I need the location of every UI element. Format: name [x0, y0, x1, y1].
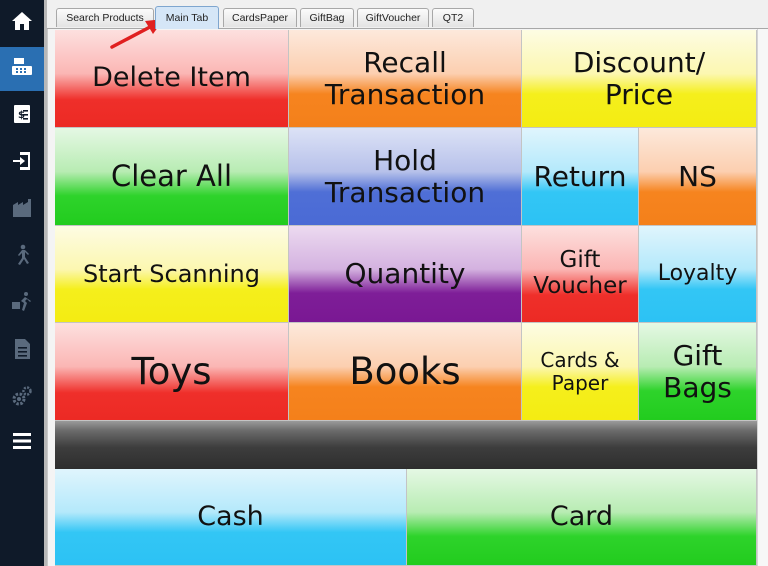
report-icon — [10, 337, 34, 365]
tab-search-products[interactable]: Search Products — [56, 8, 154, 27]
ns-button[interactable]: NS — [639, 128, 757, 226]
card-button[interactable]: Card — [407, 469, 757, 566]
panel-right-edge — [757, 29, 768, 566]
gears-icon — [10, 384, 34, 412]
start-scanning-button[interactable]: Start Scanning — [55, 226, 289, 323]
quantity-button[interactable]: Quantity — [289, 226, 522, 323]
sidebar-item-store[interactable] — [0, 188, 44, 232]
tab-giftvoucher[interactable]: GiftVoucher — [357, 8, 429, 27]
loyalty-button[interactable]: Loyalty — [639, 226, 757, 323]
home-icon — [10, 9, 34, 37]
button-divider-band — [55, 421, 757, 469]
sidebar-item-menu[interactable] — [0, 421, 44, 465]
pos-window: $ Search Products Main Tab CardsPaper Gi… — [0, 0, 768, 566]
sidebar-item-settings[interactable] — [0, 376, 44, 420]
receipt-icon: $ — [10, 102, 34, 130]
cash-button[interactable]: Cash — [55, 469, 407, 566]
login-icon — [10, 149, 34, 177]
delivery-icon — [10, 290, 34, 318]
tab-main[interactable]: Main Tab — [155, 6, 219, 29]
tab-cardspaper[interactable]: CardsPaper — [223, 8, 297, 27]
cards-paper-button[interactable]: Cards & Paper — [522, 323, 639, 421]
sidebar-item-delivery[interactable] — [0, 282, 44, 326]
gift-voucher-button[interactable]: Gift Voucher — [522, 226, 639, 323]
sidebar-item-staff[interactable] — [0, 235, 44, 279]
delete-item-button[interactable]: Delete Item — [55, 30, 289, 128]
cash-register-icon — [10, 55, 34, 83]
tab-bar: Search Products Main Tab CardsPaper Gift… — [47, 0, 768, 29]
sidebar: $ — [0, 0, 44, 566]
menu-icon — [10, 429, 34, 457]
books-button[interactable]: Books — [289, 323, 522, 421]
recall-transaction-button[interactable]: Recall Transaction — [289, 30, 522, 128]
sidebar-item-receipts[interactable]: $ — [0, 94, 44, 138]
gift-bags-button[interactable]: Gift Bags — [639, 323, 757, 421]
toys-button[interactable]: Toys — [55, 323, 289, 421]
return-button[interactable]: Return — [522, 128, 639, 226]
sidebar-item-reports[interactable] — [0, 329, 44, 373]
person-walking-icon — [10, 243, 34, 271]
discount-price-button[interactable]: Discount/ Price — [522, 30, 757, 128]
building-icon — [10, 196, 34, 224]
clear-all-button[interactable]: Clear All — [55, 128, 289, 226]
sidebar-item-register[interactable] — [0, 47, 44, 91]
sidebar-item-login[interactable] — [0, 141, 44, 185]
hold-transaction-button[interactable]: Hold Transaction — [289, 128, 522, 226]
tab-qt2[interactable]: QT2 — [432, 8, 474, 27]
sidebar-item-home[interactable] — [0, 1, 44, 45]
tab-giftbag[interactable]: GiftBag — [300, 8, 354, 27]
